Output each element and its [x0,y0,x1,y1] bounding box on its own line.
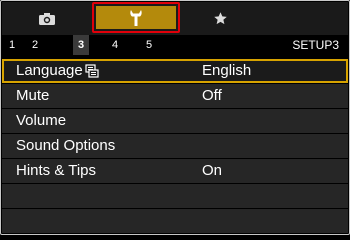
mute-label: Mute [16,87,50,104]
menu-item-empty [2,209,348,233]
language-label: Language [16,62,83,79]
tab-shooting[interactable] [2,2,92,35]
menu-item-label: Language [16,61,99,81]
sub-tab-1[interactable]: 1 [4,35,20,55]
volume-label: Volume [16,112,67,129]
menu-item-empty [2,184,348,208]
sub-tab-4[interactable]: 4 [107,35,123,55]
tab-setup-fill [96,6,176,29]
sound-options-label: Sound Options [16,137,116,154]
settings-menu-list: Language English Mute Off Volume Sound O… [2,59,348,234]
language-icon [85,64,99,78]
sub-tab-5[interactable]: 5 [141,35,157,55]
sub-tab-bar: 1 2 3 4 5 SETUP3 [2,35,348,55]
camera-icon [39,12,55,25]
category-tab-bar [2,2,348,35]
menu-item-hints-tips[interactable]: Hints & Tips On [2,159,348,183]
menu-item-language[interactable]: Language English [2,59,348,83]
star-icon [213,12,227,25]
page-title: SETUP3 [292,38,339,52]
menu-item-mute[interactable]: Mute Off [2,84,348,108]
tab-setup[interactable] [92,2,180,33]
tab-my-menu[interactable] [180,2,260,35]
hints-tips-value: On [202,162,223,179]
menu-item-sound-options[interactable]: Sound Options [2,134,348,158]
camera-menu-screen: 1 2 3 4 5 SETUP3 Language English Mute O… [0,0,350,235]
hints-tips-label: Hints & Tips [16,162,97,179]
language-value: English [202,62,252,79]
sub-tab-2[interactable]: 2 [27,35,43,55]
wrench-icon [130,9,142,26]
menu-item-volume[interactable]: Volume [2,109,348,133]
sub-tab-3[interactable]: 3 [73,35,89,55]
mute-value: Off [202,87,222,104]
